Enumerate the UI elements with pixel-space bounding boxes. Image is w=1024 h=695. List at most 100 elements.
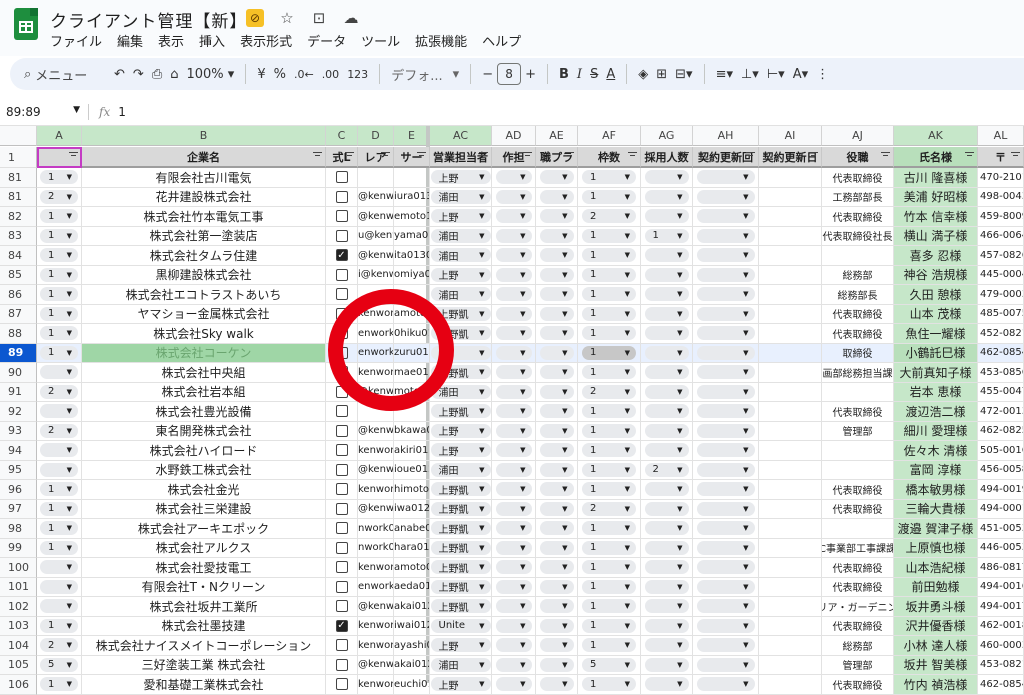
- dropdown-chip[interactable]: ▼: [495, 423, 532, 438]
- column-header-ai[interactable]: AI: [759, 126, 822, 146]
- dropdown-chip[interactable]: 上野凱 ▼: [430, 579, 491, 594]
- cell-al[interactable]: 485-0075: [978, 304, 1024, 324]
- cell-aj[interactable]: 代表取締役: [822, 207, 894, 227]
- dropdown-chip[interactable]: ▼: [644, 501, 689, 516]
- dropdown-chip[interactable]: 2 ▼: [40, 384, 78, 399]
- dropdown-chip[interactable]: ▼: [539, 540, 574, 555]
- cell-ae[interactable]: ▼: [536, 460, 578, 480]
- cell-a[interactable]: 2 ▼: [37, 421, 82, 441]
- cell-ac[interactable]: 上野 ▼: [430, 675, 492, 695]
- filter-icon[interactable]: [381, 152, 390, 159]
- cell-ag[interactable]: ▼: [641, 285, 693, 305]
- cell-cb[interactable]: ✓: [326, 616, 358, 636]
- font-size-decrease-button[interactable]: −: [478, 62, 497, 86]
- dropdown-chip[interactable]: 2 ▼: [40, 638, 78, 653]
- dropdown-chip[interactable]: ▼: [644, 404, 689, 419]
- cell-af[interactable]: 5 ▼: [578, 655, 641, 675]
- row-number[interactable]: 90: [0, 363, 37, 383]
- cell-ad[interactable]: ▼: [492, 265, 536, 285]
- menu-insert[interactable]: 挿入: [199, 31, 225, 50]
- dropdown-chip[interactable]: 上野 ▼: [430, 638, 491, 653]
- sheets-logo-icon[interactable]: [14, 8, 38, 40]
- cell-af[interactable]: 1 ▼: [578, 246, 641, 266]
- cell-ah[interactable]: ▼: [693, 441, 759, 461]
- cell-ah[interactable]: ▼: [693, 616, 759, 636]
- dropdown-chip[interactable]: 1 ▼: [582, 560, 636, 575]
- row-number[interactable]: 93: [0, 421, 37, 441]
- dropdown-chip[interactable]: ▼: [644, 521, 689, 536]
- dropdown-chip[interactable]: ▼: [495, 501, 532, 516]
- dropdown-chip[interactable]: 5 ▼: [40, 657, 78, 672]
- cell-b[interactable]: 株式会社竹本電気工事: [82, 207, 326, 227]
- cell-ag[interactable]: 1 ▼: [641, 226, 693, 246]
- cell-d[interactable]: @kenwo: [358, 460, 394, 480]
- menu-extensions[interactable]: 拡張機能: [415, 31, 467, 50]
- checkbox[interactable]: [335, 463, 348, 476]
- cell-af[interactable]: 1 ▼: [578, 226, 641, 246]
- cell-al[interactable]: 451-0053: [978, 519, 1024, 539]
- dropdown-chip[interactable]: 上野 ▼: [430, 423, 491, 438]
- cell-aj[interactable]: 代表取締役: [822, 324, 894, 344]
- cell-ak[interactable]: 坂井勇斗様: [894, 597, 978, 617]
- cell-a[interactable]: ▼: [37, 402, 82, 422]
- cell-d[interactable]: nwork08: [358, 538, 394, 558]
- cell-cb[interactable]: [326, 655, 358, 675]
- cell-ag[interactable]: ▼: [641, 402, 693, 422]
- dropdown-chip[interactable]: ▼: [495, 267, 532, 282]
- cell-ah[interactable]: ▼: [693, 538, 759, 558]
- dropdown-chip[interactable]: 上野凱 ▼: [430, 560, 491, 575]
- cell-d[interactable]: u@kenwo: [358, 226, 394, 246]
- dropdown-chip[interactable]: ▼: [495, 365, 532, 380]
- dropdown-chip[interactable]: 1 ▼: [582, 423, 636, 438]
- dropdown-chip[interactable]: ▼: [495, 209, 532, 224]
- cell-ai[interactable]: [759, 558, 822, 578]
- cell-ak[interactable]: 三輪大貴様: [894, 499, 978, 519]
- dropdown-chip[interactable]: 1 ▼: [40, 287, 78, 302]
- row-number[interactable]: 103: [0, 616, 37, 636]
- dropdown-chip[interactable]: ▼: [539, 228, 574, 243]
- cell-cb[interactable]: [326, 441, 358, 461]
- cell-ad[interactable]: ▼: [492, 363, 536, 383]
- increase-decimal-button[interactable]: .00: [318, 62, 344, 86]
- no-sync-icon[interactable]: ⊘: [246, 9, 264, 27]
- cell-ak[interactable]: 坂井 智美様: [894, 655, 978, 675]
- cell-d[interactable]: @kenwo: [358, 246, 394, 266]
- column-header-af[interactable]: AF: [578, 126, 641, 146]
- checkbox[interactable]: ✓: [335, 619, 348, 632]
- header-cell-ak[interactable]: 氏名様: [894, 147, 978, 168]
- cell-aj[interactable]: 総務部: [822, 265, 894, 285]
- dropdown-chip[interactable]: 1 ▼: [582, 365, 636, 380]
- cell-af[interactable]: 1 ▼: [578, 636, 641, 656]
- cell-ag[interactable]: ▼: [641, 441, 693, 461]
- cell-ag[interactable]: ▼: [641, 519, 693, 539]
- dropdown-chip[interactable]: ▼: [644, 248, 689, 263]
- checkbox[interactable]: [335, 424, 348, 437]
- cell-ad[interactable]: ▼: [492, 246, 536, 266]
- cell-al[interactable]: 453-0856: [978, 363, 1024, 383]
- cell-d[interactable]: kenwork: [358, 441, 394, 461]
- header-cell-ai[interactable]: 契約更新日: [759, 147, 822, 168]
- dropdown-chip[interactable]: ▼: [539, 599, 574, 614]
- dropdown-chip[interactable]: ▼: [539, 384, 574, 399]
- cell-ai[interactable]: [759, 285, 822, 305]
- cell-ac[interactable]: 浦田 ▼: [430, 285, 492, 305]
- cell-aj[interactable]: 画部総務担当課: [822, 363, 894, 383]
- cell-ag[interactable]: ▼: [641, 265, 693, 285]
- cell-ac[interactable]: 浦田 ▼: [430, 246, 492, 266]
- cell-ag[interactable]: ▼: [641, 168, 693, 188]
- checkbox[interactable]: [335, 658, 348, 671]
- dropdown-chip[interactable]: 1 ▼: [582, 189, 636, 204]
- cell-a[interactable]: ▼: [37, 460, 82, 480]
- dropdown-chip[interactable]: 1 ▼: [582, 170, 636, 185]
- cell-d[interactable]: @kenw: [358, 499, 394, 519]
- dropdown-chip[interactable]: ▼: [539, 618, 574, 633]
- dropdown-chip[interactable]: ▼: [539, 443, 574, 458]
- dropdown-chip[interactable]: ▼: [539, 501, 574, 516]
- cell-ae[interactable]: ▼: [536, 655, 578, 675]
- cell-al[interactable]: 470-2101: [978, 168, 1024, 188]
- cell-af[interactable]: 1 ▼: [578, 538, 641, 558]
- dropdown-chip[interactable]: 1 ▼: [40, 248, 78, 263]
- cell-ai[interactable]: [759, 304, 822, 324]
- cell-a[interactable]: 1 ▼: [37, 285, 82, 305]
- cell-ah[interactable]: ▼: [693, 460, 759, 480]
